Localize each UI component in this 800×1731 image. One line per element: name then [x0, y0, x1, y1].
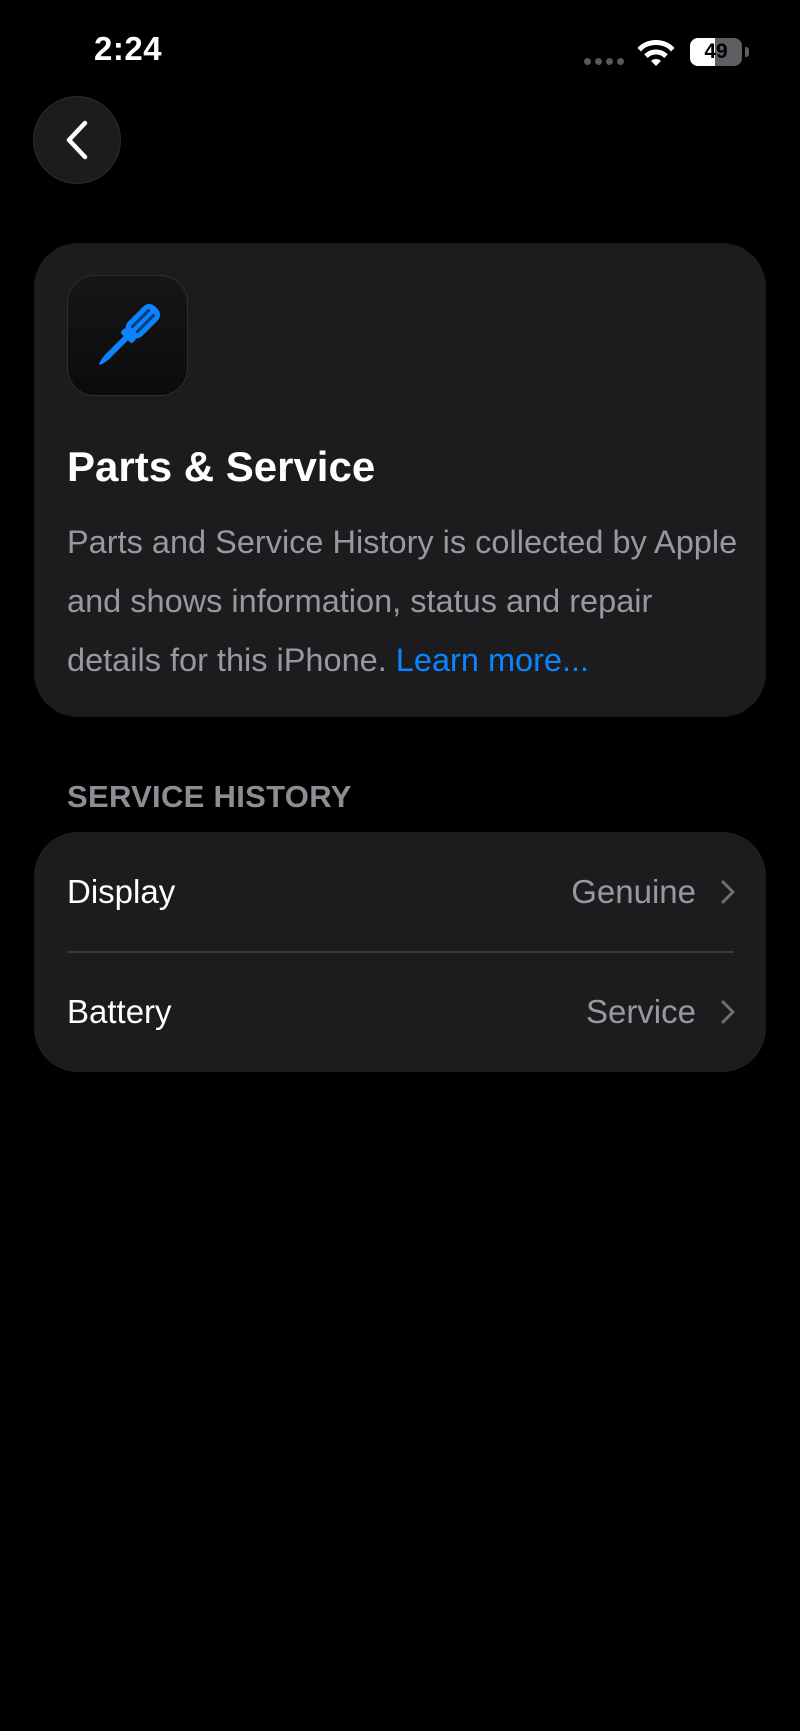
battery-level: 49	[704, 40, 728, 63]
row-label: Display	[67, 873, 176, 910]
card-description: Parts and Service History is collected b…	[67, 513, 747, 690]
chevron-right-icon	[721, 880, 735, 904]
chevron-left-icon	[66, 120, 88, 160]
chevron-right-icon	[721, 1000, 735, 1024]
row-label: Battery	[67, 993, 172, 1030]
battery-icon: 49	[690, 38, 749, 66]
row-status: Service	[585, 993, 696, 1030]
screwdriver-icon	[98, 303, 160, 365]
learn-more-link[interactable]: Learn more...	[396, 642, 589, 678]
wifi-icon	[637, 40, 675, 66]
signal-dots-icon	[584, 58, 624, 65]
status-bar: 2:24 49	[0, 0, 800, 100]
row-status: Genuine	[571, 873, 696, 910]
app-icon	[67, 275, 188, 396]
service-history-header: SERVICE HISTORY	[67, 779, 352, 814]
service-row-display[interactable]: Display Genuine	[34, 832, 766, 953]
card-title: Parts & Service	[67, 443, 376, 490]
service-history-list: Display Genuine Battery Service	[34, 832, 766, 1072]
service-row-battery[interactable]: Battery Service	[34, 952, 766, 1072]
info-card: Parts & Service Parts and Service Histor…	[34, 243, 766, 717]
status-time: 2:24	[94, 30, 163, 67]
back-button[interactable]	[33, 96, 121, 184]
